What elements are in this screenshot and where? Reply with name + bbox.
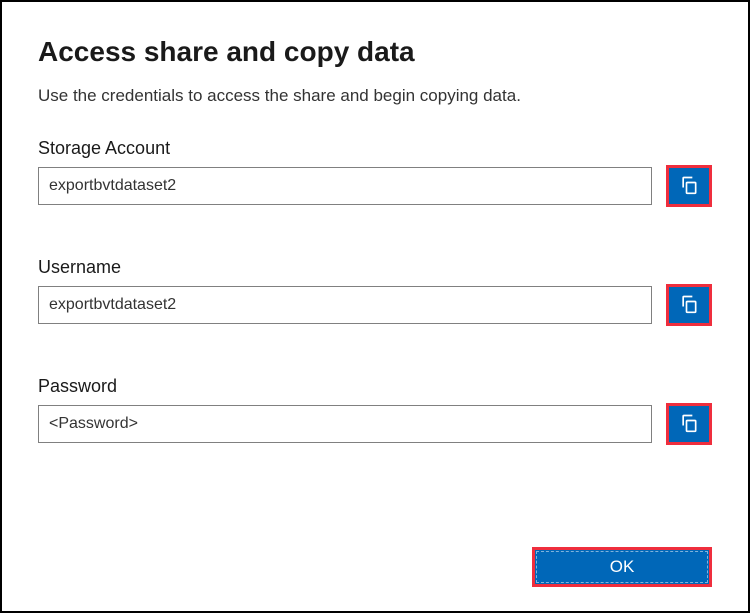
- password-group: Password: [38, 376, 712, 445]
- dialog-subtitle: Use the credentials to access the share …: [38, 86, 712, 106]
- password-label: Password: [38, 376, 712, 397]
- ok-button[interactable]: OK: [532, 547, 712, 587]
- storage-account-group: Storage Account: [38, 138, 712, 207]
- access-share-dialog: Access share and copy data Use the crede…: [0, 0, 750, 613]
- storage-account-input[interactable]: [38, 167, 652, 205]
- storage-account-label: Storage Account: [38, 138, 712, 159]
- storage-account-row: [38, 165, 712, 207]
- dialog-title: Access share and copy data: [38, 36, 712, 68]
- username-label: Username: [38, 257, 712, 278]
- copy-icon: [679, 175, 699, 198]
- password-input[interactable]: [38, 405, 652, 443]
- copy-icon: [679, 413, 699, 436]
- copy-storage-account-button[interactable]: [666, 165, 712, 207]
- copy-username-button[interactable]: [666, 284, 712, 326]
- copy-icon: [679, 294, 699, 317]
- password-row: [38, 403, 712, 445]
- username-group: Username: [38, 257, 712, 326]
- username-row: [38, 284, 712, 326]
- copy-password-button[interactable]: [666, 403, 712, 445]
- username-input[interactable]: [38, 286, 652, 324]
